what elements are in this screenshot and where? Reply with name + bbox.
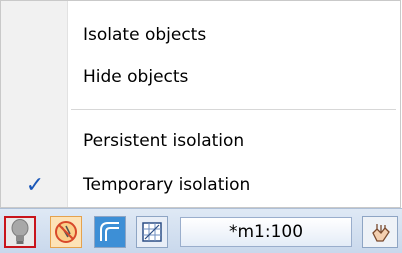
annotation-scale-field[interactable]: *m1:100 [180,217,352,247]
no-isolate-icon [55,221,77,243]
menu-item-label: Persistent isolation [83,131,245,151]
pan-button[interactable] [362,216,398,248]
grid-button[interactable] [136,216,168,248]
annotation-scale-value: *m1:100 [228,222,304,242]
menu-item-isolate-objects[interactable]: Isolate objects [67,15,396,55]
snap-button[interactable] [94,216,126,248]
context-menu: Isolate objects Hide objects Persistent … [0,0,401,208]
menu-item-persistent-isolation[interactable]: Persistent isolation [67,121,396,161]
isolate-toggle-button[interactable] [4,216,36,248]
menu-item-label: Hide objects [83,67,189,87]
checkmark-icon: ✓ [25,172,45,198]
lightbulb-icon [11,219,29,244]
menu-item-label: Isolate objects [83,25,207,45]
menu-separator [71,109,396,110]
hand-pan-icon [372,224,390,242]
status-bar: *m1:100 [0,208,402,253]
grid-icon [142,222,162,242]
menu-item-hide-objects[interactable]: Hide objects [67,57,396,97]
snap-icon [100,222,119,241]
no-isolate-button[interactable] [50,216,82,248]
menu-item-temporary-isolation[interactable]: Temporary isolation [67,165,396,205]
menu-item-label: Temporary isolation [83,175,251,195]
